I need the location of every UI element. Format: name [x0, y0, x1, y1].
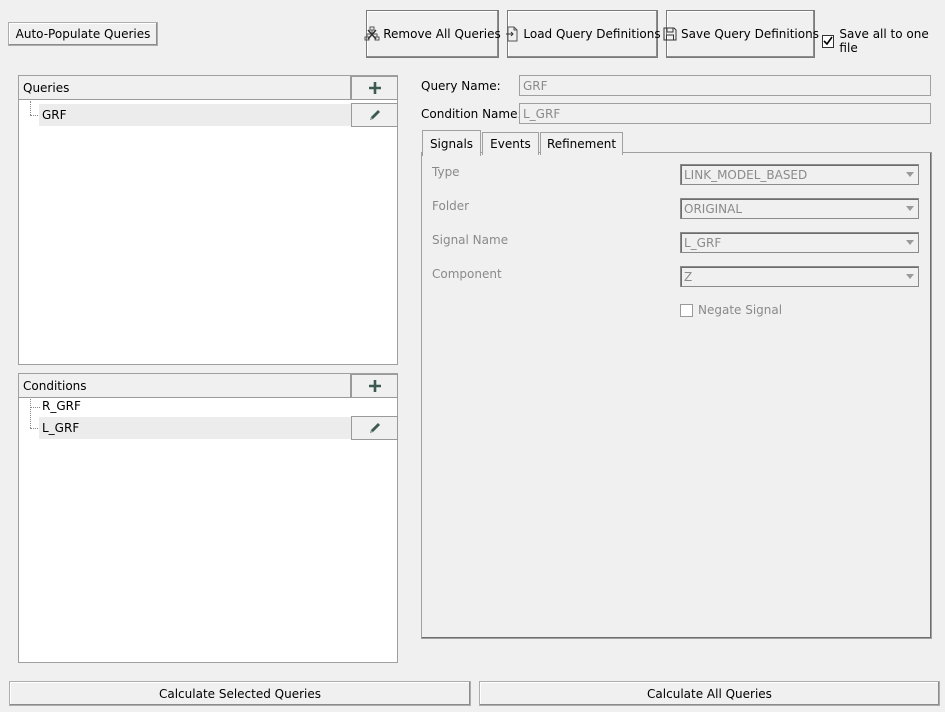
type-value: LINK_MODEL_BASED: [684, 167, 808, 182]
tab-label: Refinement: [546, 137, 617, 151]
condition-item-label: R_GRF: [42, 399, 81, 413]
load-query-definitions-button[interactable]: Load Query Definitions: [506, 10, 661, 58]
condition-item-r-grf[interactable]: R_GRF: [39, 396, 351, 416]
condition-item-l-grf[interactable]: L_GRF: [39, 417, 351, 439]
tab-signals[interactable]: Signals: [422, 130, 481, 156]
conditions-header: Conditions: [19, 374, 351, 398]
save-all-one-file-label: Save all to one file: [839, 27, 929, 55]
conditions-panel: Conditions R_GRF L_GRF: [18, 373, 398, 663]
remove-tree-icon: [364, 26, 380, 41]
queries-header-label: Queries: [23, 80, 70, 95]
edit-query-button[interactable]: [351, 103, 398, 127]
negate-signal-label: Negate Signal: [698, 303, 783, 317]
plus-icon: [368, 380, 381, 392]
pencil-icon: [369, 423, 380, 433]
query-name-label: Query Name:: [421, 79, 501, 93]
tree-connector: [30, 399, 31, 428]
checkmark-icon: [823, 36, 833, 46]
save-all-one-file-checkbox[interactable]: Save all to one file: [822, 27, 945, 55]
checkbox-box[interactable]: [680, 303, 693, 317]
queries-header: Queries: [19, 76, 351, 100]
plus-icon: [368, 82, 381, 94]
auto-populate-queries-button[interactable]: Auto-Populate Queries: [8, 22, 158, 46]
chevron-down-icon: [903, 202, 916, 215]
calculate-selected-queries-button[interactable]: Calculate Selected Queries: [9, 681, 471, 706]
calc-all-label: Calculate All Queries: [647, 686, 772, 701]
queries-panel: Queries GRF: [18, 75, 398, 365]
query-name-value: GRF: [523, 78, 548, 93]
component-value: Z: [684, 269, 693, 284]
conditions-header-label: Conditions: [23, 378, 87, 393]
signal-name-label: Signal Name: [432, 233, 509, 247]
load-file-icon: [506, 26, 518, 42]
condition-item-label: L_GRF: [42, 421, 80, 435]
tab-refinement[interactable]: Refinement: [540, 132, 623, 155]
save-query-definitions-button[interactable]: Save Query Definitions: [663, 10, 819, 58]
query-item-grf[interactable]: GRF: [39, 104, 351, 126]
signal-name-select[interactable]: L_GRF: [680, 232, 919, 253]
save-disk-icon: [663, 27, 677, 41]
remove-all-queries-button[interactable]: Remove All Queries: [364, 10, 501, 58]
chevron-down-icon: [903, 270, 916, 283]
calc-selected-label: Calculate Selected Queries: [158, 686, 322, 701]
tab-label: Events: [490, 137, 531, 151]
save-defs-label: Save Query Definitions: [681, 27, 819, 41]
negate-signal-checkbox[interactable]: Negate Signal: [680, 303, 782, 317]
add-query-button[interactable]: [351, 76, 398, 100]
folder-select[interactable]: ORIGINAL: [680, 198, 919, 219]
chevron-down-icon: [903, 168, 916, 181]
auto-populate-label: Auto-Populate Queries: [15, 27, 151, 41]
signals-tab-panel: [421, 152, 932, 639]
pencil-icon: [369, 110, 380, 120]
query-item-label: GRF: [42, 108, 67, 122]
tab-label: Signals: [429, 136, 474, 151]
add-condition-button[interactable]: [351, 374, 398, 398]
type-select[interactable]: LINK_MODEL_BASED: [680, 164, 919, 185]
query-name-field[interactable]: GRF: [519, 75, 931, 96]
condition-name-label: Condition Name:: [421, 107, 522, 121]
chevron-down-icon: [903, 236, 916, 249]
load-defs-label: Load Query Definitions: [523, 27, 661, 41]
condition-name-value: L_GRF: [523, 106, 561, 121]
remove-all-label: Remove All Queries: [383, 27, 501, 41]
tab-events[interactable]: Events: [482, 132, 539, 155]
condition-name-field[interactable]: L_GRF: [519, 103, 931, 124]
edit-condition-button[interactable]: [351, 416, 398, 440]
tree-connector: [30, 101, 31, 115]
checkbox-box[interactable]: [822, 34, 835, 48]
folder-label: Folder: [432, 199, 470, 213]
calculate-all-queries-button[interactable]: Calculate All Queries: [479, 681, 940, 706]
type-label: Type: [432, 165, 460, 179]
signal-name-value: L_GRF: [684, 235, 722, 250]
component-select[interactable]: Z: [680, 266, 919, 287]
component-label: Component: [432, 267, 502, 281]
folder-value: ORIGINAL: [684, 201, 743, 216]
